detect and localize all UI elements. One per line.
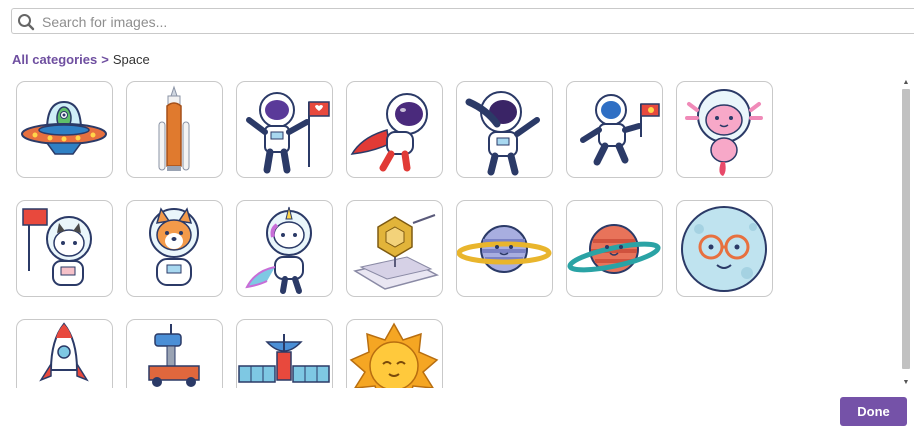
breadcrumb-current: Space [112,52,150,67]
floating-astronaut-flag-image [580,94,660,166]
image-tile-dabbing-astronaut[interactable] [456,81,553,178]
image-tile-ufo-alien[interactable] [16,81,113,178]
planet-orange-ring-image [567,224,661,274]
image-tile-space-telescope[interactable] [346,200,443,297]
ufo-alien-image [21,100,107,155]
cat-astronaut-flag-image [22,208,92,286]
saturn-purple-image [457,225,552,273]
image-tile-moon-glasses[interactable] [676,200,773,297]
space-telescope-image [353,214,440,290]
corgi-astronaut-image [149,207,199,286]
image-tile-axolotl-astronaut[interactable] [676,81,773,178]
breadcrumb: All categories > Space [12,52,150,67]
dabbing-astronaut-image [465,91,540,176]
image-tile-rocket-launch[interactable] [126,81,223,178]
scroll-up-arrow-icon[interactable]: ▲ [901,78,911,88]
image-tile-saturn-purple[interactable] [456,200,553,297]
done-button[interactable]: Done [840,397,907,426]
image-tile-flying-astronaut-cape[interactable] [346,81,443,178]
image-tile-astronaut-flag[interactable] [236,81,333,178]
search-input[interactable] [40,9,904,35]
moon-glasses-image [681,206,767,292]
image-tile-cat-astronaut-flag[interactable] [16,200,113,297]
flying-astronaut-cape-image [350,93,428,172]
rocket-image [39,322,89,382]
satellite-image [238,334,330,383]
image-tile-corgi-astronaut[interactable] [126,200,223,297]
vertical-scrollbar[interactable]: ▲ ▼ [901,78,911,388]
search-bar[interactable] [11,8,914,35]
image-tile-rocket[interactable] [16,319,113,388]
image-tile-floating-astronaut-flag[interactable] [566,81,663,178]
scrollbar-thumb[interactable] [902,89,910,369]
astronaut-flag-image [246,92,330,174]
scroll-down-arrow-icon[interactable]: ▼ [901,378,911,388]
image-tile-unicorn-astronaut[interactable] [236,200,333,297]
unicorn-astronaut-image [245,206,312,294]
rocket-launch-image [158,85,190,171]
breadcrumb-all-categories-link[interactable]: All categories [12,52,97,67]
image-tile-planet-orange-ring[interactable] [566,200,663,297]
search-icon [18,14,35,31]
sun-image [349,322,439,388]
image-tile-sun[interactable] [346,319,443,388]
image-grid [0,78,898,388]
image-tile-robot-rover[interactable] [126,319,223,388]
axolotl-astronaut-image [685,89,763,176]
robot-rover-image [148,324,200,387]
image-tile-satellite[interactable] [236,319,333,388]
breadcrumb-separator: > [101,52,109,67]
